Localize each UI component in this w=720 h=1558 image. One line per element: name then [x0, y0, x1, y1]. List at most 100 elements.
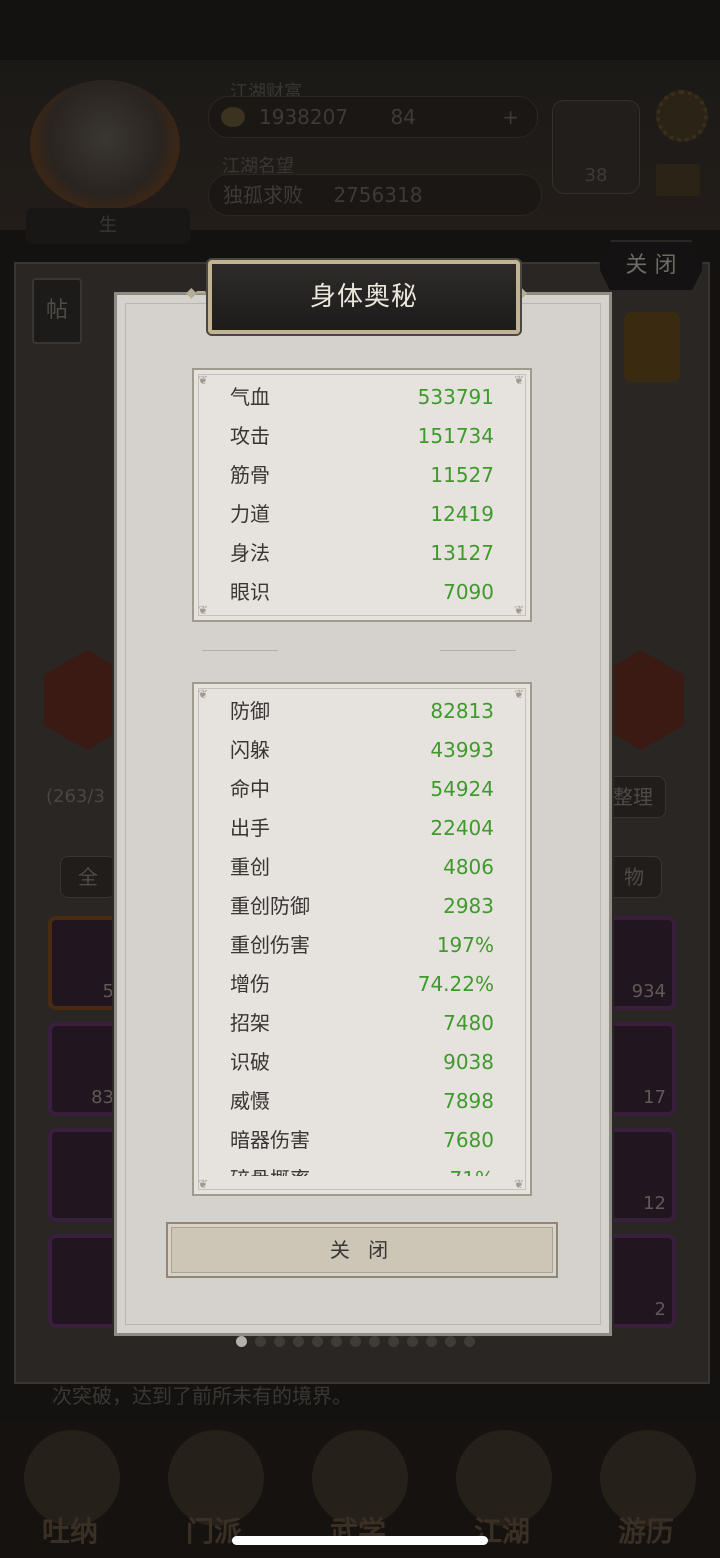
stat-value: 82813 — [430, 699, 494, 723]
stat-row: 招架 7480 — [230, 1004, 494, 1043]
stat-row: 重创防御 2983 — [230, 887, 494, 926]
page-dot — [464, 1336, 475, 1347]
stat-label: 筋骨 — [230, 463, 270, 487]
stat-value: 43993 — [430, 738, 494, 762]
page-dot — [236, 1336, 247, 1347]
stat-label: 闪躲 — [230, 738, 270, 762]
stat-row: 威慑 7898 — [230, 1082, 494, 1121]
currency-amount: 1938207 — [259, 105, 349, 129]
divider-line — [440, 650, 516, 651]
stat-value: 4806 — [443, 855, 494, 879]
stat-label: 重创防御 — [230, 894, 310, 918]
page-dot — [274, 1336, 285, 1347]
page-dot — [369, 1336, 380, 1347]
corner-ornament: ❦ — [198, 373, 209, 387]
stat-label: 出手 — [230, 816, 270, 840]
divider-line — [202, 650, 278, 651]
lantern-icon — [624, 312, 680, 382]
page-dot — [426, 1336, 437, 1347]
stat-row: 碎骨概率 71% — [230, 1160, 494, 1176]
stat-value: 151734 — [417, 424, 494, 448]
rank-label: 独孤求败 — [223, 183, 303, 207]
stat-label: 气血 — [230, 385, 270, 409]
coin-icon — [221, 107, 245, 127]
stat-value: 7480 — [443, 1011, 494, 1035]
game-screen: { "background": { "currency_amount": "19… — [0, 0, 720, 1558]
page-dot — [255, 1336, 266, 1347]
top-close-button[interactable]: 关 闭 — [598, 240, 704, 292]
stat-label: 识破 — [230, 1050, 270, 1074]
stat-value: 12419 — [430, 502, 494, 526]
page-dot — [445, 1336, 456, 1347]
page-dot — [331, 1336, 342, 1347]
mail-icon — [656, 164, 700, 196]
stat-label: 防御 — [230, 699, 270, 723]
gem-amount: 84 — [390, 105, 416, 129]
dialog-title: 身体奥秘 — [208, 260, 520, 334]
item-slot — [48, 1234, 124, 1328]
add-icon: + — [502, 105, 519, 129]
stat-value: 54924 — [430, 777, 494, 801]
stat-label: 身法 — [230, 541, 270, 565]
stat-label: 眼识 — [230, 580, 270, 604]
tie-icon: 帖 — [32, 278, 82, 344]
page-dot — [312, 1336, 323, 1347]
nav-label: 游历 — [617, 1515, 674, 1548]
stat-row: 重创伤害 197% — [230, 926, 494, 965]
corner-ornament: ❦ — [514, 603, 525, 617]
stat-row: 出手 22404 — [230, 809, 494, 848]
stat-value: 11527 — [430, 463, 494, 487]
nav-label: 吐纳 — [41, 1515, 98, 1548]
page-dot — [293, 1336, 304, 1347]
item-slot — [48, 1128, 124, 1222]
page-dot — [407, 1336, 418, 1347]
currency-pill: 1938207 84 + — [208, 96, 538, 138]
stat-label: 威慑 — [230, 1089, 270, 1113]
story-line: 次突破，达到了前所未有的境界。 — [52, 1384, 352, 1408]
inventory-count: (263/3 — [46, 786, 105, 807]
corner-ornament: ❦ — [514, 373, 525, 387]
page-dot — [350, 1336, 361, 1347]
stat-row: 筋骨 11527 — [230, 456, 494, 495]
stat-label: 命中 — [230, 777, 270, 801]
stat-value: 2983 — [443, 894, 494, 918]
stat-row: 识破 9038 — [230, 1043, 494, 1082]
home-indicator — [232, 1536, 488, 1545]
rank-score: 2756318 — [333, 183, 423, 207]
stat-row: 暗器伤害 7680 — [230, 1121, 494, 1160]
stat-row: 气血 533791 — [230, 378, 494, 417]
stat-value: 7090 — [443, 580, 494, 604]
stat-row: 防御 82813 — [230, 692, 494, 731]
stat-label: 力道 — [230, 502, 270, 526]
stat-row: 力道 12419 — [230, 495, 494, 534]
stat-value: 7898 — [443, 1089, 494, 1113]
corner-ornament: ❦ — [198, 1177, 209, 1191]
corner-ornament: ❦ — [198, 603, 209, 617]
stat-label: 重创 — [230, 855, 270, 879]
stat-row: 闪躲 43993 — [230, 731, 494, 770]
stat-value: 7680 — [443, 1128, 494, 1152]
stat-value: 533791 — [417, 385, 494, 409]
stat-value: 13127 — [430, 541, 494, 565]
secondary-stats-box[interactable]: ❦ ❦ ❦ ❦ 防御 82813 闪躲 43993 命中 54924 出手 22404 重创 48… — [192, 682, 532, 1196]
stat-row: 增伤 74.22% — [230, 965, 494, 1004]
filter-item-tab: 物 — [606, 856, 662, 898]
stat-value: 197% — [436, 933, 494, 957]
item-slot: 5 — [48, 916, 124, 1010]
character-tab: 生 — [26, 208, 190, 244]
stat-value: 71% — [450, 1160, 494, 1176]
page-dot — [388, 1336, 399, 1347]
gear-icon — [656, 90, 708, 142]
stat-value: 74.22% — [417, 972, 494, 996]
primary-stats-box: ❦ ❦ ❦ ❦ 气血 533791 攻击 151734 筋骨 11527 力道 12419 身法… — [192, 368, 532, 622]
stat-label: 增伤 — [230, 972, 270, 996]
stat-label: 暗器伤害 — [230, 1128, 310, 1152]
stat-row: 重创 4806 — [230, 848, 494, 887]
corner-ornament: ❦ — [514, 1177, 525, 1191]
item-slot: 83 — [48, 1022, 124, 1116]
stat-label: 招架 — [230, 1011, 270, 1035]
stat-row: 身法 13127 — [230, 534, 494, 573]
close-button[interactable]: 关 闭 — [166, 1222, 558, 1278]
filter-all-tab: 全 — [60, 856, 116, 898]
stat-label: 攻击 — [230, 424, 270, 448]
